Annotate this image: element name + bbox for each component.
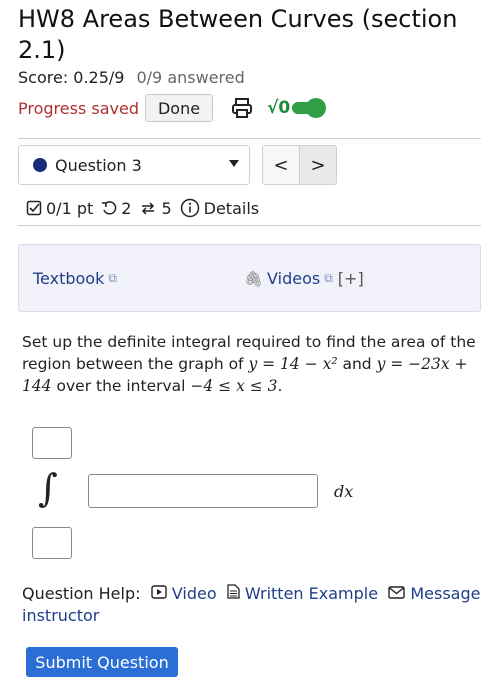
info-icon xyxy=(180,198,199,218)
repeat-icon xyxy=(142,202,155,215)
question-status-dot-icon xyxy=(33,158,47,172)
save-row: Progress saved Done √0 xyxy=(18,93,327,123)
retries-item: 2 xyxy=(101,199,131,218)
score-text: Score: 0.25/9 xyxy=(18,68,125,87)
differential: dx xyxy=(334,482,354,501)
integral-symbol: ∫ xyxy=(38,466,58,510)
retries-count: 2 xyxy=(121,198,132,218)
question-meta: 0/1 pt 2 5 Details xyxy=(26,198,267,218)
equation-1: y = 14 − x² xyxy=(248,355,338,373)
textbook-label: Textbook xyxy=(33,269,105,288)
done-button[interactable]: Done xyxy=(144,94,214,122)
score-row: Score: 0.25/9 0/9 answered xyxy=(18,68,245,87)
points-text: 0/1 pt xyxy=(46,198,94,218)
caret-down-icon xyxy=(229,160,239,167)
envelope-icon xyxy=(388,586,405,599)
undo-icon xyxy=(102,201,117,215)
lower-limit-input[interactable] xyxy=(32,527,72,559)
checkbox-icon xyxy=(26,200,42,216)
points-item: 0/1 pt xyxy=(26,199,93,218)
print-icon[interactable] xyxy=(231,97,253,119)
external-link-icon: ⧉ xyxy=(108,271,117,285)
help-label: Question Help: xyxy=(22,584,141,603)
math-entry-toggle[interactable] xyxy=(292,98,327,118)
question-select-value: Question 3 xyxy=(55,155,142,175)
paperclip-icon: 🖇 xyxy=(244,269,264,288)
answered-text: 0/9 answered xyxy=(136,68,245,87)
next-question-button[interactable]: > xyxy=(299,145,337,185)
divider xyxy=(18,138,481,139)
attempts-item: 5 xyxy=(139,198,172,218)
integrand-input[interactable] xyxy=(88,474,318,508)
details-label: Details xyxy=(203,198,260,218)
page-title: HW8 Areas Between Curves (section 2.1) xyxy=(18,5,458,64)
divider xyxy=(18,225,481,226)
videos-expand[interactable]: [+] xyxy=(338,269,364,288)
progress-status: Progress saved xyxy=(18,98,139,118)
previous-question-button[interactable]: < xyxy=(262,145,300,185)
external-link-icon: ⧉ xyxy=(324,271,333,285)
written-example-link[interactable]: Written Example xyxy=(222,584,378,603)
question-text: Set up the definite integral required to… xyxy=(22,333,476,395)
play-icon xyxy=(151,585,167,599)
question-help: Question Help: Video Written Example Mes… xyxy=(22,583,487,627)
written-example-label: Written Example xyxy=(244,584,379,603)
upper-limit-input[interactable] xyxy=(32,427,72,459)
video-help-link[interactable]: Video xyxy=(146,584,217,603)
resources-panel: Textbook ⧉ 🖇 Videos ⧉ [+] xyxy=(18,244,481,312)
details-link[interactable]: Details xyxy=(180,198,259,218)
attempts-count: 5 xyxy=(161,198,172,218)
interval: −4 ≤ x ≤ 3 xyxy=(190,377,278,395)
document-icon xyxy=(227,584,240,599)
textbook-link[interactable]: Textbook ⧉ xyxy=(33,269,117,288)
math-entry-toggle-label: √0 xyxy=(267,98,291,118)
video-help-label: Video xyxy=(171,584,217,603)
videos-link[interactable]: 🖇 Videos ⧉ [+] xyxy=(244,269,364,288)
question-select[interactable]: Question 3 xyxy=(18,145,250,185)
submit-question-button[interactable]: Submit Question xyxy=(26,647,178,677)
videos-label: Videos xyxy=(267,269,321,288)
